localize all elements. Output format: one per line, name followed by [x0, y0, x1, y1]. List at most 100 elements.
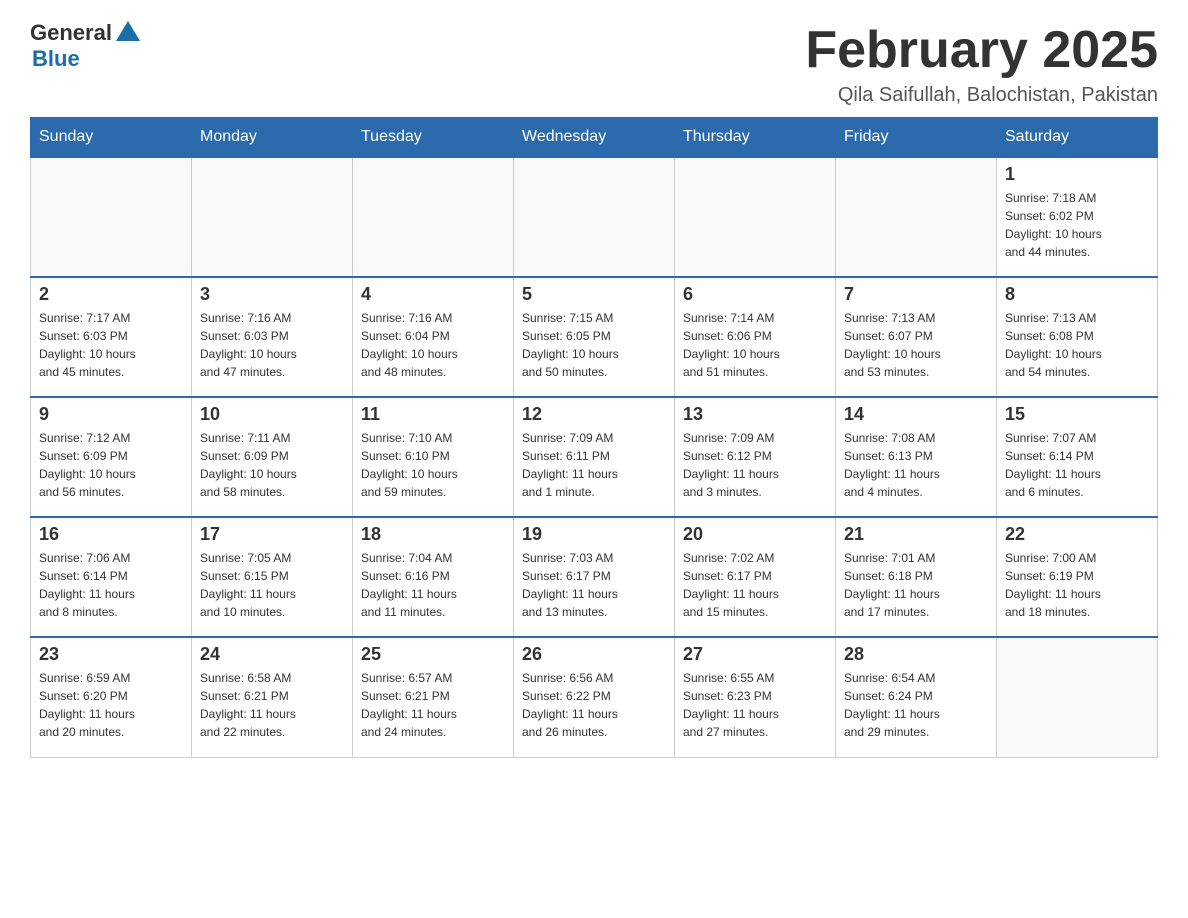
calendar-cell: 23 Sunrise: 6:59 AMSunset: 6:20 PMDayligh…	[31, 637, 192, 757]
day-info: Sunrise: 7:06 AMSunset: 6:14 PMDaylight:…	[39, 549, 183, 621]
day-info: Sunrise: 7:09 AMSunset: 6:12 PMDaylight:…	[683, 429, 827, 501]
day-number: 20	[683, 524, 827, 545]
weekday-header-sunday: Sunday	[31, 118, 192, 158]
day-info: Sunrise: 6:58 AMSunset: 6:21 PMDaylight:…	[200, 669, 344, 741]
logo: General Blue	[30, 20, 140, 72]
day-info: Sunrise: 7:08 AMSunset: 6:13 PMDaylight:…	[844, 429, 988, 501]
day-number: 27	[683, 644, 827, 665]
day-number: 28	[844, 644, 988, 665]
calendar-cell: 28 Sunrise: 6:54 AMSunset: 6:24 PMDayligh…	[836, 637, 997, 757]
weekday-header-friday: Friday	[836, 118, 997, 158]
calendar-week-row: 2 Sunrise: 7:17 AMSunset: 6:03 PMDaylight…	[31, 277, 1158, 397]
day-number: 22	[1005, 524, 1149, 545]
calendar-week-row: 23 Sunrise: 6:59 AMSunset: 6:20 PMDayligh…	[31, 637, 1158, 757]
day-number: 16	[39, 524, 183, 545]
day-number: 9	[39, 404, 183, 425]
day-number: 2	[39, 284, 183, 305]
day-number: 24	[200, 644, 344, 665]
calendar-cell: 8 Sunrise: 7:13 AMSunset: 6:08 PMDaylight…	[997, 277, 1158, 397]
day-number: 17	[200, 524, 344, 545]
calendar-cell: 16 Sunrise: 7:06 AMSunset: 6:14 PMDayligh…	[31, 517, 192, 637]
calendar-week-row: 1 Sunrise: 7:18 AMSunset: 6:02 PMDaylight…	[31, 157, 1158, 277]
calendar-cell: 12 Sunrise: 7:09 AMSunset: 6:11 PMDayligh…	[514, 397, 675, 517]
day-info: Sunrise: 7:03 AMSunset: 6:17 PMDaylight:…	[522, 549, 666, 621]
day-info: Sunrise: 7:14 AMSunset: 6:06 PMDaylight:…	[683, 309, 827, 381]
day-number: 1	[1005, 164, 1149, 185]
day-number: 11	[361, 404, 505, 425]
calendar-cell: 3 Sunrise: 7:16 AMSunset: 6:03 PMDaylight…	[192, 277, 353, 397]
day-number: 3	[200, 284, 344, 305]
calendar-cell	[353, 157, 514, 277]
calendar-cell	[836, 157, 997, 277]
calendar-cell: 2 Sunrise: 7:17 AMSunset: 6:03 PMDaylight…	[31, 277, 192, 397]
day-info: Sunrise: 6:57 AMSunset: 6:21 PMDaylight:…	[361, 669, 505, 741]
day-info: Sunrise: 7:05 AMSunset: 6:15 PMDaylight:…	[200, 549, 344, 621]
calendar-title: February 2025	[805, 20, 1158, 80]
calendar-cell	[514, 157, 675, 277]
calendar-cell: 10 Sunrise: 7:11 AMSunset: 6:09 PMDayligh…	[192, 397, 353, 517]
day-info: Sunrise: 6:54 AMSunset: 6:24 PMDaylight:…	[844, 669, 988, 741]
day-number: 25	[361, 644, 505, 665]
day-info: Sunrise: 7:09 AMSunset: 6:11 PMDaylight:…	[522, 429, 666, 501]
calendar-cell: 5 Sunrise: 7:15 AMSunset: 6:05 PMDaylight…	[514, 277, 675, 397]
calendar-cell	[31, 157, 192, 277]
calendar-cell: 27 Sunrise: 6:55 AMSunset: 6:23 PMDayligh…	[675, 637, 836, 757]
day-info: Sunrise: 7:07 AMSunset: 6:14 PMDaylight:…	[1005, 429, 1149, 501]
calendar-cell: 18Sunrise: 7:04 AMSunset: 6:16 PMDayligh…	[353, 517, 514, 637]
day-info: Sunrise: 7:04 AMSunset: 6:16 PMDaylight:…	[361, 549, 505, 621]
logo-blue-text: Blue	[32, 46, 80, 72]
day-info: Sunrise: 7:17 AMSunset: 6:03 PMDaylight:…	[39, 309, 183, 381]
calendar-cell: 17 Sunrise: 7:05 AMSunset: 6:15 PMDayligh…	[192, 517, 353, 637]
calendar-cell: 20Sunrise: 7:02 AMSunset: 6:17 PMDayligh…	[675, 517, 836, 637]
weekday-header-row: SundayMondayTuesdayWednesdayThursdayFrid…	[31, 118, 1158, 158]
calendar-cell: 21 Sunrise: 7:01 AMSunset: 6:18 PMDayligh…	[836, 517, 997, 637]
title-section: February 2025 Qila Saifullah, Balochista…	[805, 20, 1158, 107]
calendar-cell: 26Sunrise: 6:56 AMSunset: 6:22 PMDayligh…	[514, 637, 675, 757]
weekday-header-thursday: Thursday	[675, 118, 836, 158]
day-number: 21	[844, 524, 988, 545]
day-number: 6	[683, 284, 827, 305]
calendar-cell: 25 Sunrise: 6:57 AMSunset: 6:21 PMDayligh…	[353, 637, 514, 757]
page-header: General Blue February 2025 Qila Saifulla…	[30, 20, 1158, 107]
day-number: 12	[522, 404, 666, 425]
day-info: Sunrise: 7:18 AMSunset: 6:02 PMDaylight:…	[1005, 189, 1149, 261]
logo-general-text: General	[30, 20, 112, 46]
day-number: 5	[522, 284, 666, 305]
day-info: Sunrise: 6:59 AMSunset: 6:20 PMDaylight:…	[39, 669, 183, 741]
day-info: Sunrise: 7:13 AMSunset: 6:08 PMDaylight:…	[1005, 309, 1149, 381]
calendar-week-row: 9 Sunrise: 7:12 AMSunset: 6:09 PMDaylight…	[31, 397, 1158, 517]
day-info: Sunrise: 6:55 AMSunset: 6:23 PMDaylight:…	[683, 669, 827, 741]
day-number: 23	[39, 644, 183, 665]
calendar-cell: 15Sunrise: 7:07 AMSunset: 6:14 PMDayligh…	[997, 397, 1158, 517]
day-info: Sunrise: 7:13 AMSunset: 6:07 PMDaylight:…	[844, 309, 988, 381]
calendar-cell	[997, 637, 1158, 757]
day-number: 13	[683, 404, 827, 425]
day-info: Sunrise: 7:12 AMSunset: 6:09 PMDaylight:…	[39, 429, 183, 501]
weekday-header-wednesday: Wednesday	[514, 118, 675, 158]
day-info: Sunrise: 7:16 AMSunset: 6:03 PMDaylight:…	[200, 309, 344, 381]
day-info: Sunrise: 7:15 AMSunset: 6:05 PMDaylight:…	[522, 309, 666, 381]
calendar-cell: 7 Sunrise: 7:13 AMSunset: 6:07 PMDaylight…	[836, 277, 997, 397]
calendar-cell: 19 Sunrise: 7:03 AMSunset: 6:17 PMDayligh…	[514, 517, 675, 637]
day-info: Sunrise: 7:10 AMSunset: 6:10 PMDaylight:…	[361, 429, 505, 501]
weekday-header-tuesday: Tuesday	[353, 118, 514, 158]
day-info: Sunrise: 7:16 AMSunset: 6:04 PMDaylight:…	[361, 309, 505, 381]
day-number: 8	[1005, 284, 1149, 305]
day-number: 19	[522, 524, 666, 545]
calendar-cell: 14 Sunrise: 7:08 AMSunset: 6:13 PMDayligh…	[836, 397, 997, 517]
weekday-header-monday: Monday	[192, 118, 353, 158]
day-number: 7	[844, 284, 988, 305]
logo-triangle-icon	[116, 21, 140, 41]
day-info: Sunrise: 7:01 AMSunset: 6:18 PMDaylight:…	[844, 549, 988, 621]
calendar-cell: 1 Sunrise: 7:18 AMSunset: 6:02 PMDaylight…	[997, 157, 1158, 277]
calendar-week-row: 16 Sunrise: 7:06 AMSunset: 6:14 PMDayligh…	[31, 517, 1158, 637]
day-info: Sunrise: 7:11 AMSunset: 6:09 PMDaylight:…	[200, 429, 344, 501]
calendar-cell	[192, 157, 353, 277]
calendar-cell: 22Sunrise: 7:00 AMSunset: 6:19 PMDayligh…	[997, 517, 1158, 637]
weekday-header-saturday: Saturday	[997, 118, 1158, 158]
calendar-cell: 6 Sunrise: 7:14 AMSunset: 6:06 PMDaylight…	[675, 277, 836, 397]
calendar-subtitle: Qila Saifullah, Balochistan, Pakistan	[805, 84, 1158, 107]
day-info: Sunrise: 6:56 AMSunset: 6:22 PMDaylight:…	[522, 669, 666, 741]
day-number: 10	[200, 404, 344, 425]
day-number: 14	[844, 404, 988, 425]
